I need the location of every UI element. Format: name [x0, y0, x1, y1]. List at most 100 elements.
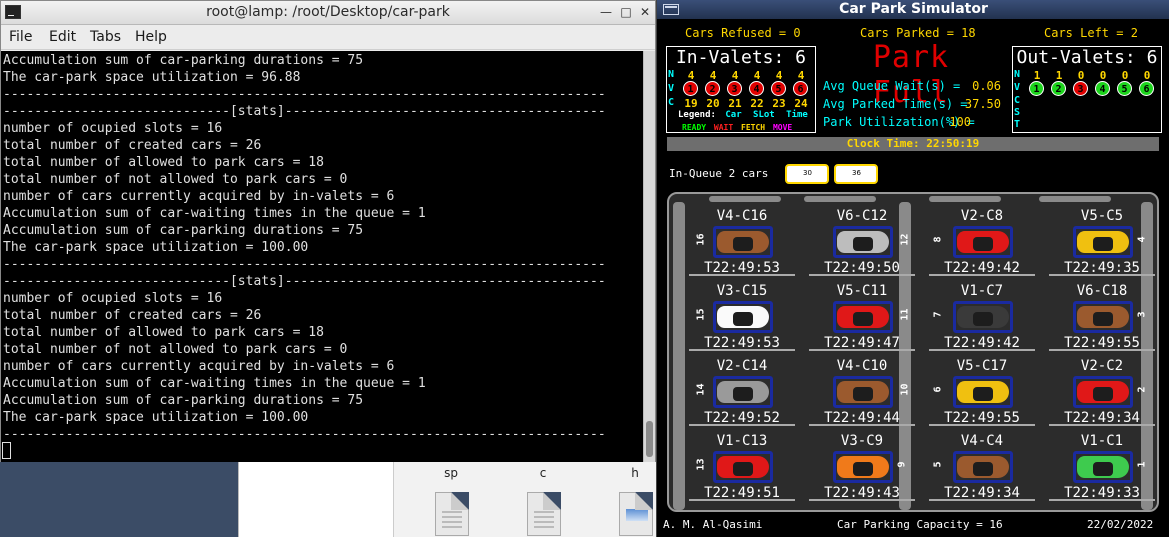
terminal-output[interactable]: Accumulation sum of car-parking duration…	[1, 51, 643, 462]
menu-tabs[interactable]: Tabs	[90, 29, 121, 45]
terminal-line: total number of allowed to park cars = 1…	[3, 155, 324, 170]
avg-parked-label: Avg Parked Time(s) =	[823, 97, 968, 111]
valet-circle: 2	[1051, 81, 1066, 96]
slot-number: 12	[899, 233, 911, 246]
terminal-line: number of cars currently acquired by in-…	[3, 359, 395, 374]
terminal-line: ----------------------------------------…	[3, 427, 606, 442]
parking-bay: V3-C15 15 T22:49:53	[683, 279, 801, 354]
terminal-line: total number of allowed to park cars = 1…	[3, 325, 324, 340]
scrollbar-thumb[interactable]	[646, 421, 653, 457]
valet-car: 21	[728, 97, 742, 110]
legend-item: SLot	[753, 110, 775, 120]
file-item[interactable]: c	[503, 462, 583, 537]
terminal-menubar: File Edit Tabs Help	[1, 26, 655, 50]
bay-divider	[929, 424, 1035, 426]
in-valets-panel: In-Valets: 6 N V C 444444 123456 19 20 21 2…	[666, 46, 816, 133]
terminal-titlebar[interactable]: root@lamp: /root/Desktop/car-park — □ ✕	[1, 1, 655, 25]
parking-bay: V1-C7 7 T22:49:42	[923, 279, 1041, 354]
parked-car	[1073, 226, 1133, 258]
parking-bay: V6-C18 3 T22:49:55	[1043, 279, 1161, 354]
bay-label: V2-C2	[1080, 358, 1124, 374]
bay-divider	[689, 274, 795, 276]
terminal-line: number of cars currently acquired by in-…	[3, 189, 395, 204]
bay-label: V5-C17	[956, 358, 1008, 374]
cars-parked: Cars Parked = 18	[860, 26, 976, 40]
file-manager-window: sp c h	[238, 462, 658, 537]
bay-divider	[929, 349, 1035, 351]
lot-divider	[709, 196, 781, 202]
simulator-title: Car Park Simulator	[839, 1, 988, 17]
parked-car	[713, 226, 773, 258]
clock-time: Clock Time: 22:50:19	[667, 137, 1159, 151]
maximize-icon[interactable]: □	[618, 4, 634, 20]
parking-bay: V5-C11 11 T22:49:47	[803, 279, 921, 354]
parked-car	[833, 376, 893, 408]
text-file-icon	[527, 492, 561, 536]
minimize-icon[interactable]: —	[598, 4, 614, 20]
valet-circle: 1	[683, 81, 698, 96]
parking-bay: V4-C4 5 T22:49:34	[923, 429, 1041, 504]
avg-parked-time: Avg Parked Time(s) = 37.50	[823, 97, 1001, 111]
slot-number: 3	[1136, 311, 1148, 318]
file-manager-empty-pane	[239, 462, 394, 537]
text-file-icon	[435, 492, 469, 536]
terminal-line: ----------------------------------------…	[3, 257, 606, 272]
bay-label: V2-C14	[716, 358, 768, 374]
parked-car	[1073, 451, 1133, 483]
legend-item: Time	[786, 110, 808, 120]
menu-help[interactable]: Help	[135, 29, 167, 45]
terminal-line: number of ocupied slots = 16	[3, 291, 223, 306]
valet-car: 23	[772, 97, 786, 110]
bay-label: V1-C1	[1080, 433, 1124, 449]
parking-capacity: Car Parking Capacity = 16	[837, 518, 1003, 531]
bay-label: V4-C16	[716, 208, 768, 224]
menu-edit[interactable]: Edit	[49, 29, 76, 45]
queue-car: 30	[785, 164, 829, 184]
parked-car	[1073, 301, 1133, 333]
legend-title: Legend:	[678, 110, 716, 120]
terminal-line: total number of created cars = 26	[3, 308, 262, 323]
bay-label: V3-C9	[840, 433, 884, 449]
in-valets-title: In-Valets: 6	[675, 47, 807, 68]
lot-divider	[1039, 196, 1111, 202]
parked-car	[953, 451, 1013, 483]
terminal-line: -----------------------------[stats]----…	[3, 274, 606, 289]
terminal-line: The car-park space utilization = 100.00	[3, 410, 309, 425]
file-item-label: c	[539, 466, 547, 480]
row-label: C	[1014, 95, 1021, 106]
bay-divider	[689, 424, 795, 426]
bay-divider	[1049, 499, 1155, 501]
file-item[interactable]: sp	[411, 462, 491, 537]
lot-divider	[804, 196, 876, 202]
valet-circle: 3	[1073, 81, 1088, 96]
simulator-titlebar[interactable]: Car Park Simulator	[657, 0, 1169, 19]
terminal-window: root@lamp: /root/Desktop/car-park — □ ✕ …	[0, 0, 656, 462]
bay-divider	[929, 274, 1035, 276]
terminal-scrollbar[interactable]	[643, 51, 655, 462]
queue-car: 36	[834, 164, 878, 184]
avg-parked-value: 37.50	[964, 97, 1001, 111]
row-label: T	[1014, 119, 1021, 130]
valet-circle: 3	[727, 81, 742, 96]
avg-queue-wait: Avg Queue Wait(s) = 0.06	[823, 79, 1001, 93]
date: 22/02/2022	[1087, 518, 1154, 531]
terminal-line: total number of not allowed to park cars…	[3, 342, 348, 357]
parked-car	[1073, 376, 1133, 408]
in-valet-numbers: 444444	[680, 69, 812, 82]
close-icon[interactable]: ✕	[637, 4, 653, 20]
terminal-line: total number of not allowed to park cars…	[3, 172, 348, 187]
in-queue-label: In-Queue 2 cars	[669, 167, 769, 180]
slot-number: 9	[896, 461, 908, 468]
slot-number: 11	[899, 308, 911, 321]
bay-divider	[809, 424, 915, 426]
bay-label: V3-C15	[716, 283, 768, 299]
parking-bay: V2-C14 14 T22:49:52	[683, 354, 801, 429]
terminal-line: total number of created cars = 26	[3, 138, 262, 153]
valet-circle: 6	[793, 81, 808, 96]
valet-car: 24	[794, 97, 808, 110]
parked-car	[833, 301, 893, 333]
bay-divider	[1049, 349, 1155, 351]
terminal-line: number of ocupied slots = 16	[3, 121, 223, 136]
menu-file[interactable]: File	[9, 29, 32, 45]
valet-circle: 6	[1139, 81, 1154, 96]
